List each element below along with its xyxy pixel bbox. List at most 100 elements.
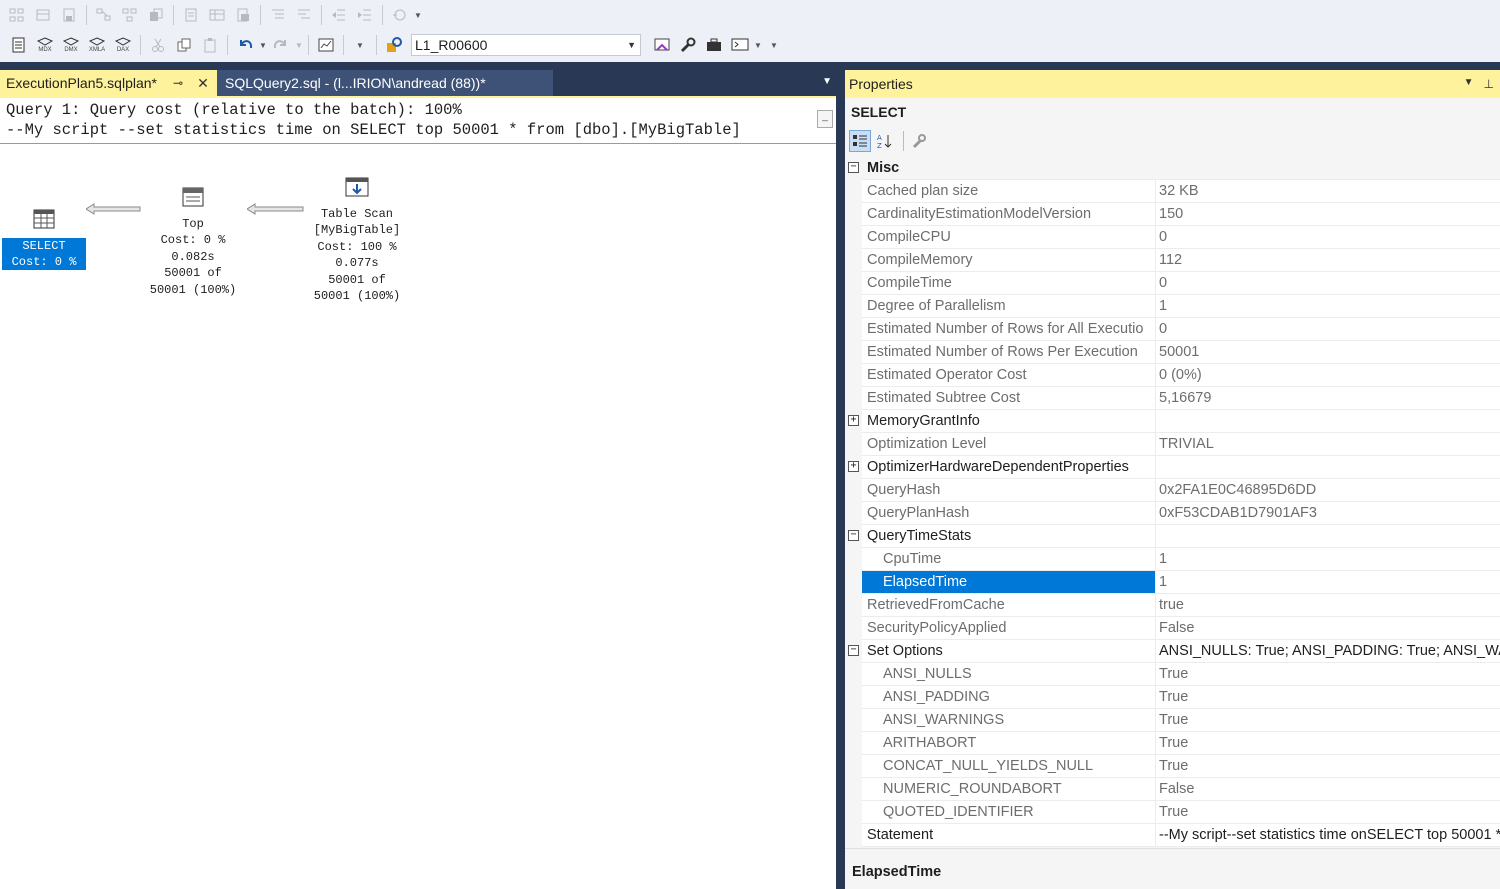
specify-values-icon[interactable] — [390, 5, 410, 25]
property-row[interactable]: Estimated Number of Rows for All Executi… — [845, 318, 1500, 341]
save-icon[interactable] — [59, 5, 79, 25]
property-value[interactable]: True — [1155, 663, 1500, 686]
copy-icon[interactable] — [174, 35, 194, 55]
page-icon[interactable] — [233, 5, 253, 25]
property-row[interactable]: CONCAT_NULL_YIELDS_NULL True — [845, 755, 1500, 778]
xmla-query-icon[interactable]: XMLA — [87, 35, 107, 55]
property-value[interactable] — [1155, 525, 1500, 548]
tab-list-dropdown-icon[interactable]: ▼ — [822, 76, 832, 87]
property-value[interactable]: 5,16679 — [1155, 387, 1500, 410]
tab-sql-query[interactable]: SQLQuery2.sql - (l...IRION\andread (88))… — [217, 70, 553, 96]
property-row[interactable]: Statement --My script--set statistics tim… — [845, 824, 1500, 847]
plan-node-top[interactable]: Top Cost: 0 % 0.082s 50001 of 50001 (100… — [140, 186, 246, 298]
toolbar-overflow-icon[interactable]: ▼ — [413, 11, 423, 20]
property-row[interactable]: Degree of Parallelism 1 — [845, 295, 1500, 318]
property-row[interactable]: CardinalityEstimationModelVersion 150 — [845, 203, 1500, 226]
property-value[interactable]: 0x2FA1E0C46895D6DD — [1155, 479, 1500, 502]
property-value[interactable]: True — [1155, 732, 1500, 755]
pin-icon[interactable]: ⊸ — [173, 76, 183, 90]
property-row[interactable]: − Set Options ANSI_NULLS: True; ANSI_PADDI… — [845, 640, 1500, 663]
toolbox-icon[interactable] — [704, 35, 724, 55]
properties-wrench-icon[interactable] — [678, 35, 698, 55]
undo-dropdown-icon[interactable]: ▼ — [258, 41, 268, 50]
uncomment-icon[interactable] — [33, 5, 53, 25]
redo-dropdown-icon[interactable]: ▼ — [294, 41, 304, 50]
property-value[interactable]: 0 (0%) — [1155, 364, 1500, 387]
property-value[interactable]: 32 KB — [1155, 180, 1500, 203]
new-query-icon[interactable] — [9, 35, 29, 55]
redo-icon[interactable] — [271, 35, 291, 55]
close-icon[interactable]: ✕ — [197, 75, 209, 92]
property-value[interactable]: TRIVIAL — [1155, 433, 1500, 456]
property-row[interactable]: RetrievedFromCache true — [845, 594, 1500, 617]
property-value[interactable]: True — [1155, 686, 1500, 709]
property-row[interactable]: + OptimizerHardwareDependentProperties — [845, 456, 1500, 479]
sort-alphabetical-icon[interactable]: AZ — [874, 130, 896, 152]
collapse-icon[interactable]: − — [848, 162, 859, 173]
plan-node-select[interactable]: SELECT Cost: 0 % — [2, 208, 86, 270]
property-value[interactable]: True — [1155, 755, 1500, 778]
property-value[interactable]: ANSI_NULLS: True; ANSI_PADDING: True; AN… — [1155, 640, 1500, 663]
collapse-icon[interactable]: − — [848, 645, 859, 656]
align-icon[interactable] — [268, 5, 288, 25]
property-row[interactable]: CompileTime 0 — [845, 272, 1500, 295]
property-value[interactable]: 0xF53CDAB1D7901AF3 — [1155, 502, 1500, 525]
mdx-query-icon[interactable]: MDX — [35, 35, 55, 55]
console-icon[interactable] — [730, 35, 750, 55]
property-value[interactable]: 1 — [1155, 295, 1500, 318]
property-row[interactable]: Optimization Level TRIVIAL — [845, 433, 1500, 456]
indent-icon[interactable] — [94, 5, 114, 25]
format-icon[interactable] — [181, 5, 201, 25]
toolbar-overflow-icon[interactable]: ▼ — [769, 41, 779, 50]
property-row[interactable]: + MemoryGrantInfo — [845, 410, 1500, 433]
cut-icon[interactable] — [148, 35, 168, 55]
property-value[interactable]: --My script--set statistics time onSELEC… — [1155, 824, 1500, 847]
property-row[interactable]: ANSI_WARNINGS True — [845, 709, 1500, 732]
expand-icon[interactable]: + — [848, 415, 859, 426]
window-menu-icon[interactable]: ▼ — [1464, 77, 1474, 91]
property-value[interactable]: False — [1155, 778, 1500, 801]
categorized-icon[interactable] — [849, 130, 871, 152]
plan-node-table-scan[interactable]: Table Scan [MyBigTable] Cost: 100 % 0.07… — [300, 176, 414, 305]
property-value[interactable] — [1155, 456, 1500, 479]
outdent-icon[interactable] — [120, 5, 140, 25]
expand-icon[interactable]: + — [848, 461, 859, 472]
solution-explorer-icon[interactable] — [652, 35, 672, 55]
property-row[interactable]: Estimated Operator Cost 0 (0%) — [845, 364, 1500, 387]
property-row[interactable]: Cached plan size 32 KB — [845, 180, 1500, 203]
server-icon[interactable] — [384, 35, 404, 55]
property-value[interactable]: 1 — [1155, 571, 1500, 594]
property-row[interactable]: NUMERIC_ROUNDABORT False — [845, 778, 1500, 801]
activity-monitor-icon[interactable] — [316, 35, 336, 55]
property-row[interactable]: QueryHash 0x2FA1E0C46895D6DD — [845, 479, 1500, 502]
align2-icon[interactable] — [294, 5, 314, 25]
increase-indent-icon[interactable] — [355, 5, 375, 25]
property-value[interactable]: 0 — [1155, 318, 1500, 341]
property-value[interactable] — [1155, 410, 1500, 433]
execution-plan-pane[interactable]: Query 1: Query cost (relative to the bat… — [0, 96, 836, 889]
pin-icon[interactable]: ⊥ — [1484, 77, 1494, 91]
property-row[interactable]: − QueryTimeStats — [845, 525, 1500, 548]
property-row[interactable]: CompileCPU 0 — [845, 226, 1500, 249]
dmx-query-icon[interactable]: DMX — [61, 35, 81, 55]
property-row[interactable]: Estimated Subtree Cost 5,16679 — [845, 387, 1500, 410]
server-select[interactable]: L1_R00600 ▼ — [411, 34, 641, 56]
console-dropdown-icon[interactable]: ▼ — [753, 41, 763, 50]
property-row[interactable]: − Misc — [845, 157, 1500, 180]
property-value[interactable]: False — [1155, 617, 1500, 640]
dax-query-icon[interactable]: DAX — [113, 35, 133, 55]
property-row[interactable]: ARITHABORT True — [845, 732, 1500, 755]
property-row[interactable]: ANSI_PADDING True — [845, 686, 1500, 709]
table-icon[interactable] — [207, 5, 227, 25]
tab-execution-plan[interactable]: ExecutionPlan5.sqlplan* ⊸ ✕ — [0, 70, 217, 96]
property-pages-wrench-icon[interactable] — [908, 130, 930, 152]
property-value[interactable]: 0 — [1155, 226, 1500, 249]
property-value[interactable]: 112 — [1155, 249, 1500, 272]
property-row[interactable]: QUOTED_IDENTIFIER True — [845, 801, 1500, 824]
property-value[interactable]: True — [1155, 801, 1500, 824]
property-value[interactable]: true — [1155, 594, 1500, 617]
property-row[interactable]: CompileMemory 112 — [845, 249, 1500, 272]
property-row[interactable]: SecurityPolicyApplied False — [845, 617, 1500, 640]
undo-icon[interactable] — [235, 35, 255, 55]
solution-config-dropdown-icon[interactable]: ▼ — [348, 41, 372, 50]
